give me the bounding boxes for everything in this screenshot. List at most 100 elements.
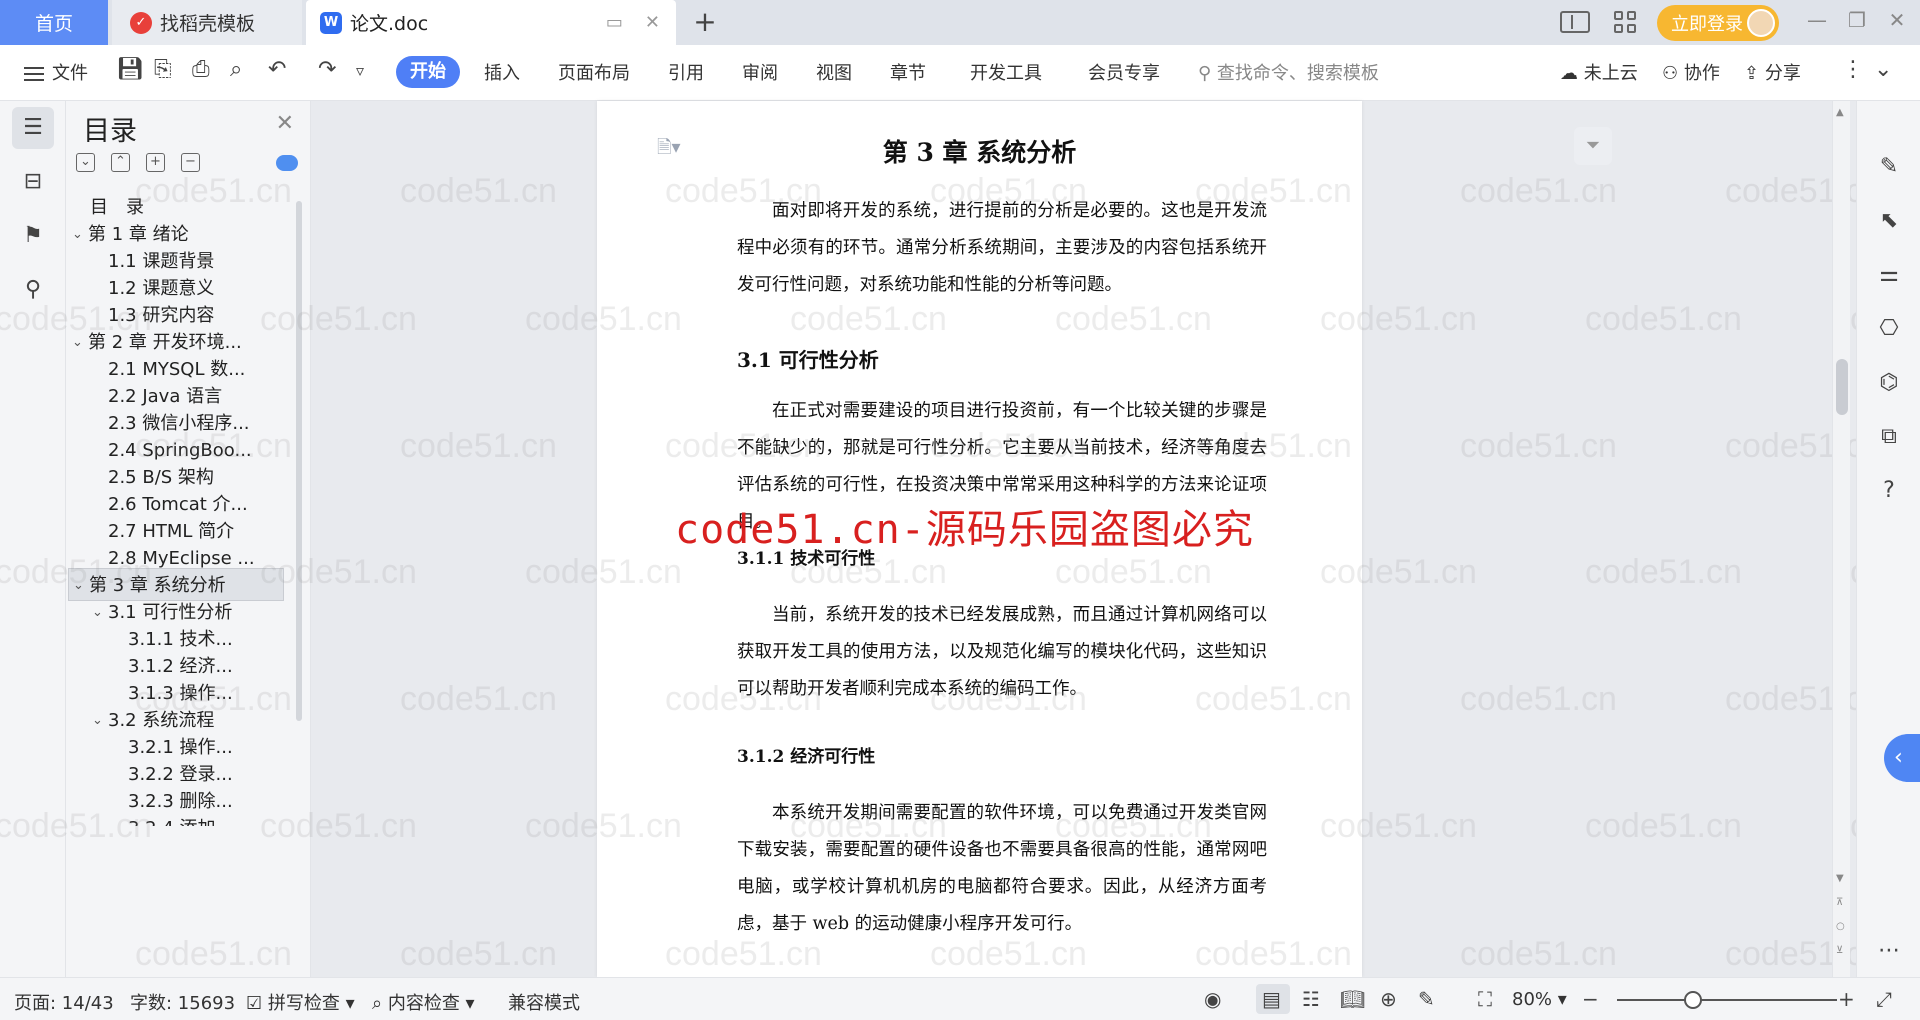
collaborate-button[interactable]: ⚇ 协作 [1662, 59, 1720, 85]
spell-check-icon: ☑ [246, 993, 263, 1014]
expand-all-icon[interactable]: ⌄ [76, 153, 95, 172]
find-icon[interactable]: ⚲ [12, 269, 54, 311]
scroll-up-icon[interactable]: ▲ [1836, 107, 1844, 118]
next-page-icon[interactable]: ⊻ [1836, 945, 1843, 956]
redo-icon[interactable]: ↷ [318, 57, 336, 82]
page-collapse-icon[interactable]: ⏷ [1574, 127, 1612, 165]
screen-icon[interactable]: ▭ [606, 12, 623, 33]
select-browse-icon[interactable]: ○ [1836, 921, 1845, 932]
style-icon[interactable]: ⌬ [1871, 365, 1907, 401]
outline-view-icon[interactable]: ☷ [1302, 987, 1320, 1011]
close-tab-icon[interactable]: ✕ [645, 12, 660, 33]
paragraph-3-1-1: 当前，系统开发的技术已经发展成熟，而且通过计算机网络可以获取开发工具的使用方法，… [737, 605, 1267, 699]
zoom-out-icon[interactable]: − [1582, 987, 1599, 1011]
cloud-status-button[interactable]: ☁ 未上云 [1560, 59, 1638, 85]
task-pane-rail: ✎ ⬉ ⚌ ⎔ ⌬ ⧉ ? ⋯ [1856, 101, 1920, 977]
menu-tab-references[interactable]: 引用 [668, 59, 704, 85]
undo-icon[interactable]: ↶ [268, 57, 286, 82]
status-bar: 页面: 14/43 字数: 15693 ☑ 拼写检查 ▾ ⌕ 内容检查 ▾ 兼容… [0, 977, 1920, 1020]
tab-home-label: 首页 [34, 13, 73, 35]
word-count[interactable]: 字数: 15693 [130, 989, 235, 1015]
toc-tools: ⌄ ⌃ + − [76, 153, 200, 172]
close-icon[interactable]: ✕ [276, 111, 294, 136]
menu-tab-insert[interactable]: 插入 [484, 59, 520, 85]
cloud-label: 未上云 [1583, 63, 1638, 84]
read-mode-icon[interactable]: 📖︎ [1340, 987, 1365, 1011]
apps-grid-icon[interactable] [1614, 5, 1636, 39]
adjust-sliders-icon[interactable]: ⚌ [1871, 257, 1907, 293]
web-view-icon[interactable]: ⊕ [1380, 987, 1397, 1011]
menu-tab-review[interactable]: 审阅 [742, 59, 778, 85]
file-menu[interactable]: 文件 [24, 59, 88, 85]
fit-page-icon[interactable]: ⛶ [1478, 987, 1492, 1011]
zoom-slider-knob[interactable] [1684, 991, 1702, 1009]
write-mode-icon[interactable]: ✎ [1418, 987, 1435, 1011]
spell-check-label: 拼写检查 [267, 993, 340, 1014]
search-icon: ⚲ [1198, 63, 1212, 84]
select-pointer-icon[interactable]: ⬉ [1871, 203, 1907, 239]
tab-home[interactable]: 首页 [0, 0, 108, 45]
compat-mode-label: 兼容模式 [508, 993, 580, 1014]
page-count[interactable]: 页面: 14/43 [14, 989, 114, 1015]
more-icon[interactable]: ⋯ [1871, 933, 1907, 969]
vertical-scrollbar[interactable]: ▲ ▼ ⊼ ○ ⊻ [1832, 101, 1850, 977]
navigation-rail: ☰ ⊟ ⚑ ⚲ [0, 101, 66, 977]
zoom-in-icon[interactable]: + [1838, 987, 1855, 1011]
spell-check-button[interactable]: ☑ 拼写检查 ▾ [246, 989, 355, 1015]
print-icon[interactable]: ⎙ [192, 57, 210, 82]
export-pdf-icon[interactable]: ⎘ [154, 57, 172, 82]
reading-icon[interactable]: ⧉ [1871, 419, 1907, 455]
share-button[interactable]: ⇪ 分享 [1744, 59, 1801, 85]
bookmark-icon[interactable]: ⚑ [12, 215, 54, 257]
demote-icon[interactable]: − [181, 153, 200, 172]
paragraph-intro: 面对即将开发的系统，进行提前的分析是必要的。这也是开发流程中必须有的环节。通常分… [737, 201, 1267, 295]
layout-toggle-icon[interactable] [1560, 5, 1590, 39]
scroll-thumb[interactable] [1836, 359, 1848, 415]
page-view-icon[interactable]: ▤ [1262, 987, 1281, 1011]
login-label: 立即登录 [1671, 14, 1743, 35]
login-button[interactable]: 立即登录 [1657, 5, 1779, 41]
menu-tab-member[interactable]: 会员专享 [1088, 59, 1160, 85]
scroll-down-icon[interactable]: ▼ [1836, 873, 1844, 884]
more-options-icon[interactable]: ⋮ [1842, 57, 1864, 82]
collapse-all-icon[interactable]: ⌃ [111, 153, 130, 172]
menu-tab-developer[interactable]: 开发工具 [970, 59, 1042, 85]
avatar [1747, 9, 1775, 37]
minimize-icon[interactable]: — [1802, 8, 1832, 32]
zoom-slider[interactable] [1617, 999, 1837, 1001]
collapse-ribbon-icon[interactable]: ⌄ [1874, 57, 1892, 82]
save-icon[interactable]: 💾︎ [116, 57, 144, 82]
tab-templates[interactable]: ✓ 找稻壳模板 [112, 0, 302, 45]
new-tab-button[interactable]: + [688, 6, 722, 40]
tab-document[interactable]: W 论文.doc ▭ ✕ [306, 0, 676, 45]
ai-assistant-icon[interactable]: ⎔ [1871, 311, 1907, 347]
customize-quick-access-icon[interactable]: ▿ [356, 61, 364, 80]
help-icon[interactable]: ? [1871, 473, 1907, 509]
menu-tab-page-layout[interactable]: 页面布局 [558, 59, 630, 85]
share-icon: ⇪ [1744, 63, 1760, 84]
print-preview-icon[interactable]: ⌕ [230, 57, 242, 82]
paragraph-3-1-2: 本系统开发期间需要配置的软件环境，可以免费通过开发类官网下载安装，需要配置的硬件… [737, 803, 1267, 934]
command-search[interactable]: ⚲ 查找命令、搜索模板 [1198, 59, 1379, 85]
menu-tab-start[interactable]: 开始 [396, 56, 460, 88]
chapter-nav-icon[interactable]: ⊟ [12, 161, 54, 203]
fullscreen-icon[interactable]: ⤢ [1876, 987, 1892, 1011]
close-window-icon[interactable]: ✕ [1882, 8, 1912, 32]
prev-page-icon[interactable]: ⊼ [1836, 897, 1843, 908]
content-check-button[interactable]: ⌕ 内容检查 ▾ [372, 989, 475, 1015]
tab-bar: 首页 ✓ 找稻壳模板 W 论文.doc ▭ ✕ + 立即登录 — ❐ ✕ [0, 0, 1920, 45]
tab-templates-label: 找稻壳模板 [160, 13, 256, 35]
eye-protection-icon[interactable]: ◉ [1204, 987, 1221, 1011]
toc-scrollbar[interactable] [296, 201, 302, 721]
ribbon-toolbar: 文件 💾︎ ⎘ ⎙ ⌕ ↶ ↷ ▿ 开始 插入 页面布局 引用 审阅 视图 章节… [0, 45, 1920, 101]
restore-icon[interactable]: ❐ [1842, 8, 1872, 32]
promote-icon[interactable]: + [146, 153, 165, 172]
menu-tab-view[interactable]: 视图 [816, 59, 852, 85]
toc-item[interactable]: 3.2.4 添加... [68, 812, 284, 826]
toc-panel-icon[interactable]: ☰ [12, 107, 54, 149]
section-heading-3-1-2: 3.1.2 经济可行性 [737, 747, 876, 767]
zoom-level[interactable]: 80% ▾ [1512, 989, 1567, 1010]
pen-edit-icon[interactable]: ✎ [1871, 149, 1907, 185]
menu-tab-sections[interactable]: 章节 [890, 59, 926, 85]
smart-toc-icon[interactable] [276, 155, 298, 171]
